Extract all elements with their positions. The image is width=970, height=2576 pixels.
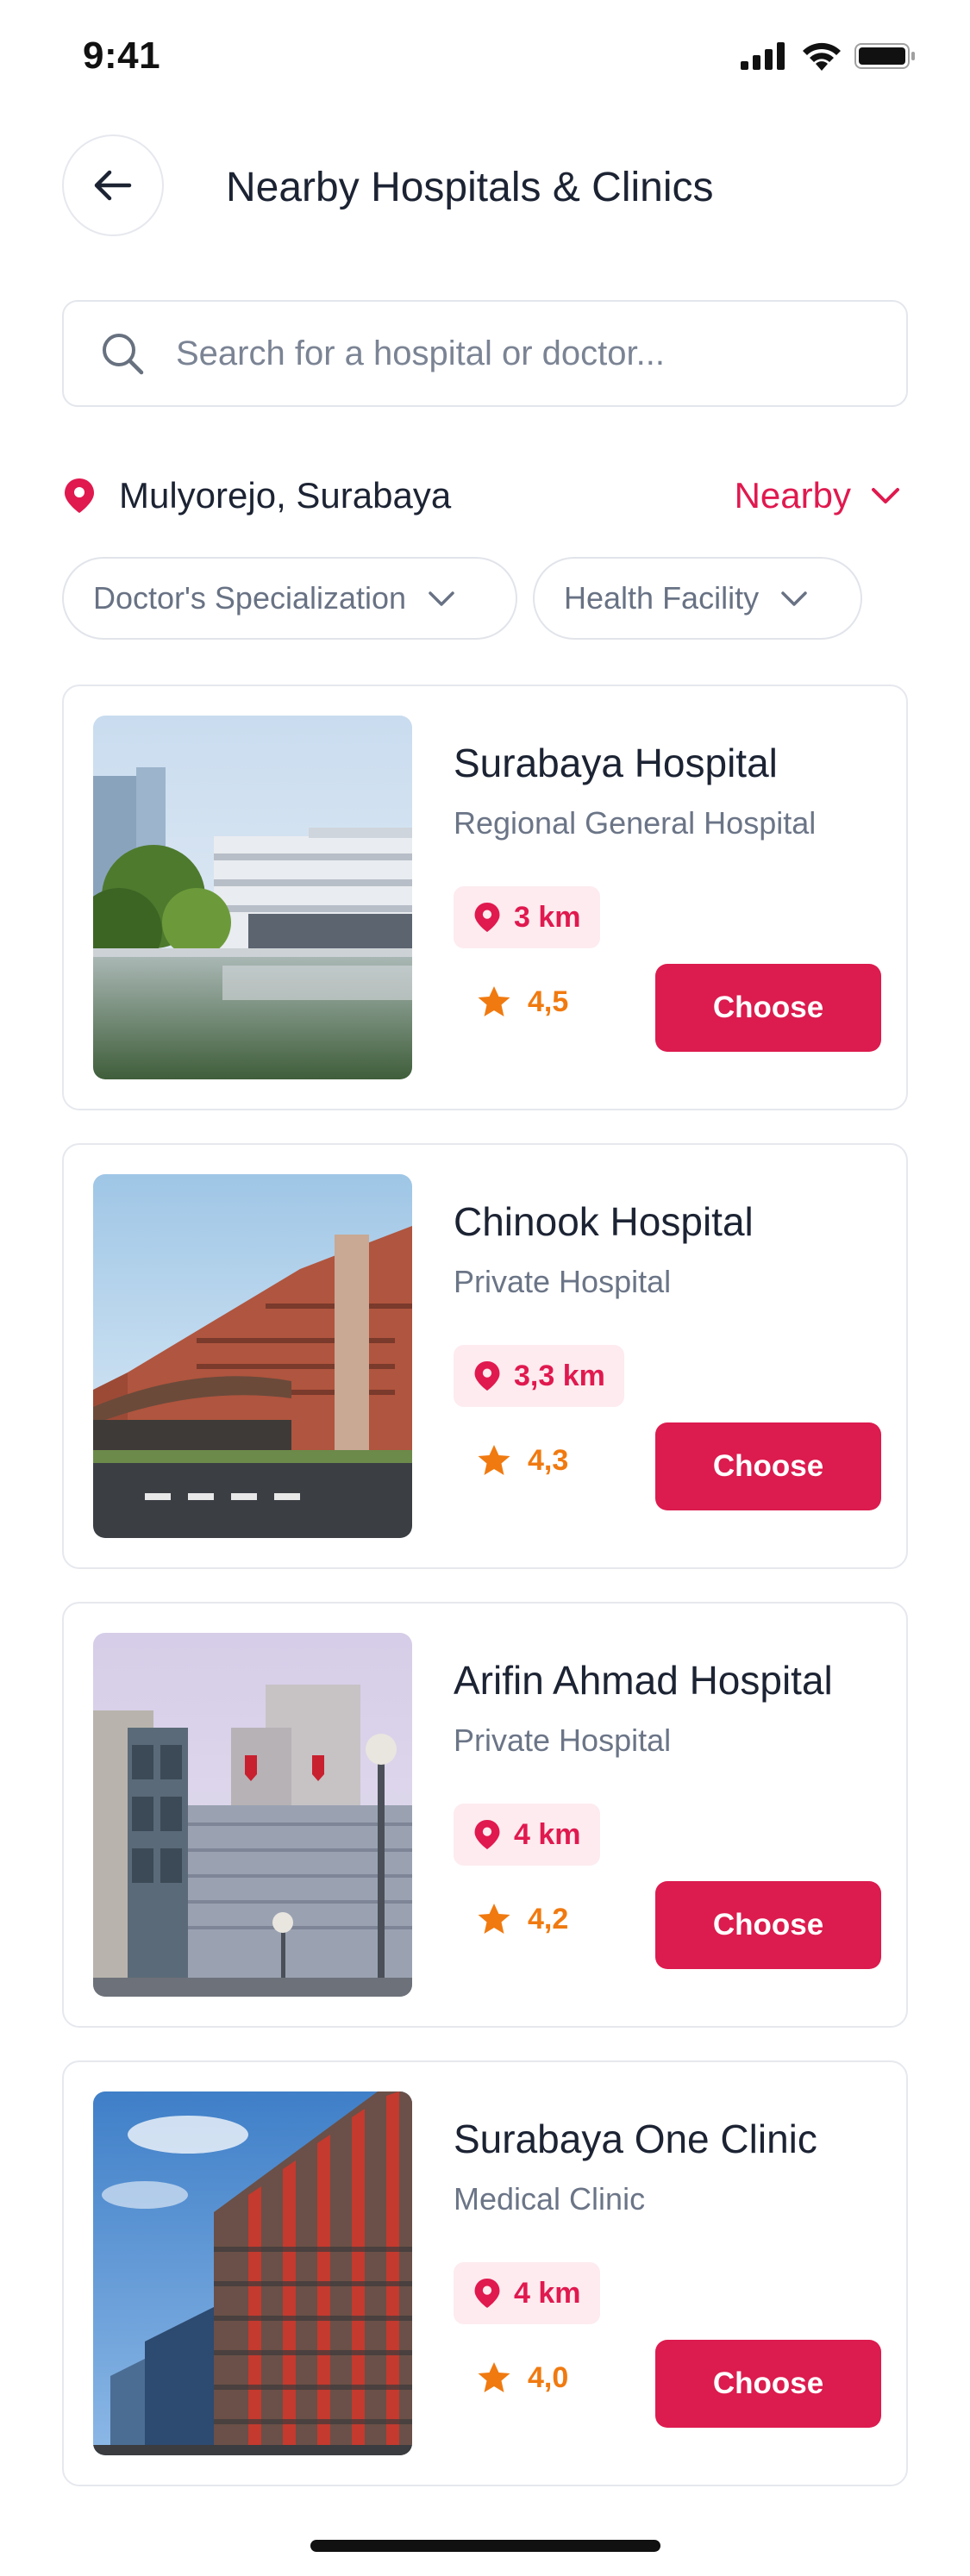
current-location[interactable]: Mulyorejo, Surabaya: [62, 475, 451, 516]
hospital-card[interactable]: Surabaya Hospital Regional General Hospi…: [62, 685, 908, 1110]
distance-badge: 4 km: [454, 2262, 600, 2324]
chevron-down-icon: [429, 591, 454, 606]
distance-text: 4 km: [514, 2276, 581, 2310]
battery-icon: [854, 43, 915, 69]
hospital-type: Medical Clinic: [454, 2181, 646, 2216]
location-pin-icon: [474, 1820, 500, 1849]
rating: 4,3: [476, 1443, 568, 1478]
status-bar: 9:41: [0, 0, 970, 112]
chevron-down-icon: [872, 488, 899, 503]
hospital-name: Chinook Hospital: [454, 1199, 754, 1244]
sort-label: Nearby: [734, 475, 851, 516]
location-row: Mulyorejo, Surabaya Nearby: [62, 470, 908, 522]
filter-label: Doctor's Specialization: [93, 580, 407, 616]
search-box[interactable]: [62, 300, 908, 407]
hospital-type: Regional General Hospital: [454, 805, 817, 841]
location-pin-icon: [65, 478, 94, 513]
distance-badge: 4 km: [454, 1804, 600, 1866]
choose-button[interactable]: Choose: [655, 1422, 881, 1510]
star-icon: [478, 986, 510, 1016]
hospital-type: Private Hospital: [454, 1264, 672, 1299]
rating-value: 4,3: [528, 1443, 569, 1477]
distance-badge: 3 km: [454, 886, 600, 948]
rating: 4,0: [476, 2360, 568, 2395]
rating-value: 4,5: [528, 985, 569, 1018]
status-time: 9:41: [83, 34, 161, 77]
hospital-card[interactable]: Chinook Hospital Private Hospital 3,3 km…: [62, 1143, 908, 1569]
location-pin-icon: [474, 903, 500, 932]
rating-value: 4,2: [528, 1902, 569, 1935]
arrow-left-icon: [94, 170, 132, 201]
hospital-card[interactable]: Surabaya One Clinic Medical Clinic 4 km …: [62, 2060, 908, 2486]
rating: 4,5: [476, 985, 568, 1019]
hospital-name: Surabaya One Clinic: [454, 2116, 817, 2161]
choose-button[interactable]: Choose: [655, 2340, 881, 2428]
choose-button[interactable]: Choose: [655, 964, 881, 1052]
page-title: Nearby Hospitals & Clinics: [226, 165, 714, 210]
search-input[interactable]: [176, 334, 883, 373]
hospital-photo: [93, 2091, 412, 2455]
hospital-type: Private Hospital: [454, 1723, 672, 1758]
distance-text: 3 km: [514, 900, 581, 934]
star-icon: [478, 1904, 510, 1934]
hospital-photo: [93, 1174, 412, 1538]
hospital-card[interactable]: Arifin Ahmad Hospital Private Hospital 4…: [62, 1602, 908, 2028]
location-pin-icon: [474, 2279, 500, 2308]
filter-health-facility[interactable]: Health Facility: [533, 557, 862, 640]
sort-dropdown[interactable]: Nearby: [735, 475, 901, 516]
status-icons: [741, 41, 917, 71]
distance-badge: 3,3 km: [454, 1345, 624, 1407]
filter-specialization[interactable]: Doctor's Specialization: [62, 557, 517, 640]
location-pin-icon: [474, 1361, 500, 1391]
chevron-down-icon: [781, 591, 807, 606]
choose-button[interactable]: Choose: [655, 1881, 881, 1969]
hospital-photo: [93, 716, 412, 1079]
home-indicator[interactable]: [310, 2540, 660, 2552]
search-icon: [103, 334, 144, 375]
rating: 4,2: [476, 1902, 568, 1936]
star-icon: [478, 1445, 510, 1475]
location-text: Mulyorejo, Surabaya: [119, 475, 452, 516]
hospital-photo: [93, 1633, 412, 1997]
rating-value: 4,0: [528, 2360, 569, 2394]
filter-label: Health Facility: [564, 580, 760, 616]
distance-text: 4 km: [514, 1817, 581, 1851]
distance-text: 3,3 km: [514, 1359, 605, 1392]
cellular-signal-icon: [741, 42, 785, 70]
star-icon: [478, 2362, 510, 2392]
hospital-name: Surabaya Hospital: [454, 741, 778, 785]
wifi-icon: [803, 42, 841, 71]
back-button[interactable]: [62, 134, 164, 236]
hospital-name: Arifin Ahmad Hospital: [454, 1658, 833, 1703]
